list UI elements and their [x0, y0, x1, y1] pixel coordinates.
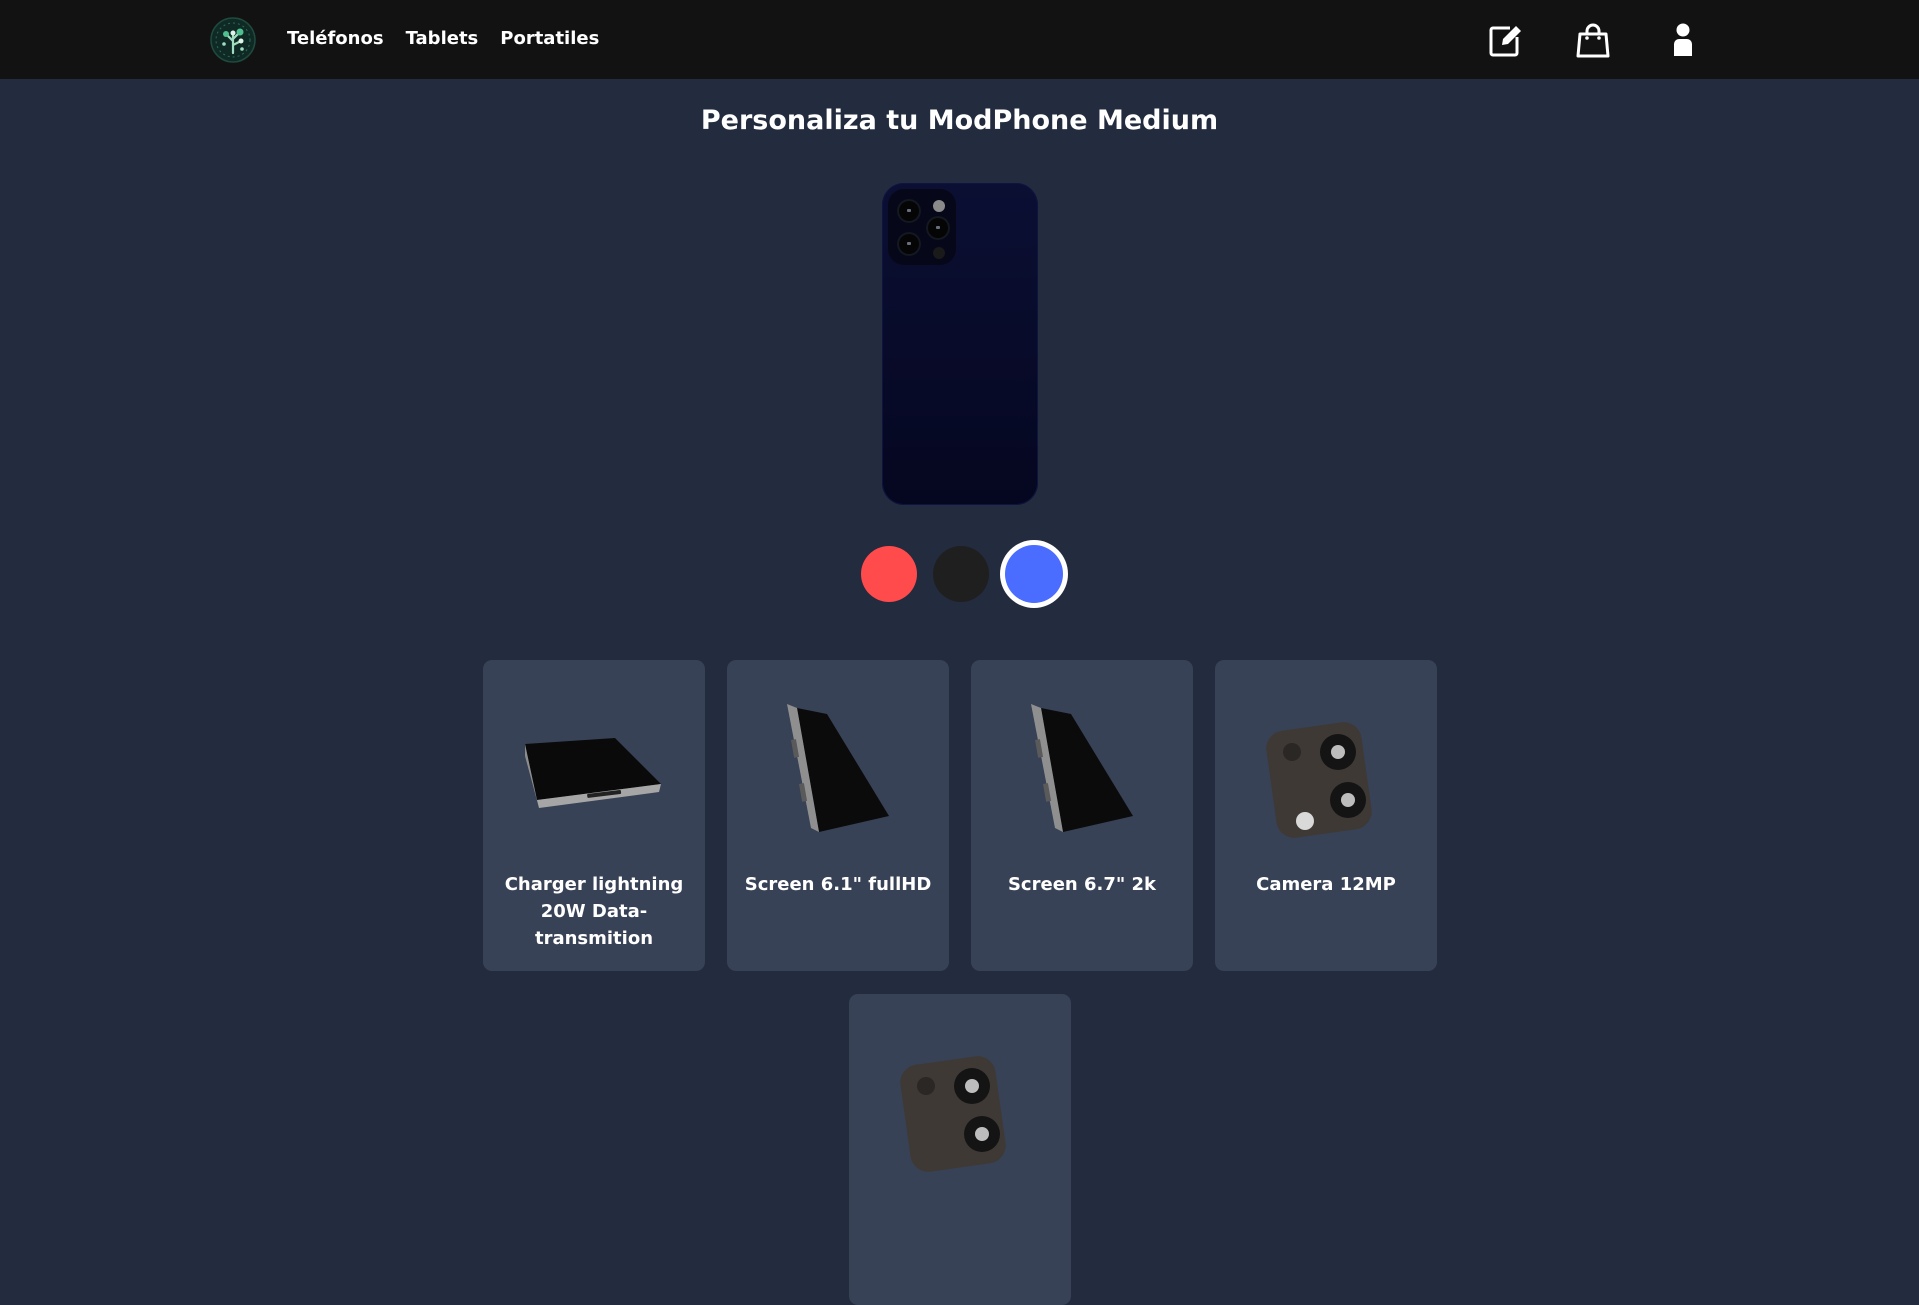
- component-label: Screen 6.7" 2k: [1007, 874, 1157, 895]
- user-icon[interactable]: [1666, 22, 1700, 58]
- top-navbar: Teléfonos Tablets Portatiles: [0, 0, 1919, 79]
- component-label: Camera 12MP: [1256, 874, 1396, 895]
- component-card-screen-67[interactable]: Screen 6.7" 2k: [971, 660, 1193, 971]
- charger-icon: [483, 680, 705, 860]
- component-label: Charger lightning 20W Data-transmition: [504, 874, 684, 949]
- camera-lens-icon: [897, 199, 921, 223]
- screen-icon: [727, 680, 949, 860]
- nav-link-tablets[interactable]: Tablets: [406, 26, 479, 52]
- flash-icon: [933, 200, 945, 212]
- phone-camera-module: [888, 189, 956, 265]
- component-card-camera-12mp[interactable]: Camera 12MP: [1215, 660, 1437, 971]
- nav-link-laptops[interactable]: Portatiles: [500, 26, 599, 52]
- component-card-screen-61[interactable]: Screen 6.1" fullHD: [727, 660, 949, 971]
- color-selector: [861, 545, 1063, 603]
- camera-module-icon: [1215, 680, 1437, 860]
- color-swatch-red[interactable]: [861, 546, 917, 602]
- component-card-camera-extra[interactable]: [849, 994, 1071, 1305]
- edit-icon[interactable]: [1488, 22, 1522, 58]
- camera-lens-icon: [926, 216, 950, 240]
- logo-icon[interactable]: [210, 17, 256, 63]
- main-nav: Teléfonos Tablets Portatiles: [287, 26, 599, 52]
- nav-link-phones[interactable]: Teléfonos: [287, 26, 384, 52]
- phone-preview: [882, 183, 1038, 505]
- component-label: Screen 6.1" fullHD: [744, 874, 932, 895]
- color-swatch-blue[interactable]: [1005, 545, 1063, 603]
- microphone-icon: [933, 247, 945, 259]
- screen-icon: [971, 680, 1193, 860]
- camera-lens-icon: [897, 232, 921, 256]
- color-swatch-black[interactable]: [933, 546, 989, 602]
- shopping-bag-icon[interactable]: [1576, 22, 1610, 58]
- page-title: Personaliza tu ModPhone Medium: [700, 105, 1219, 136]
- camera-module-icon: [849, 1014, 1071, 1194]
- component-card-charger[interactable]: Charger lightning 20W Data-transmition: [483, 660, 705, 971]
